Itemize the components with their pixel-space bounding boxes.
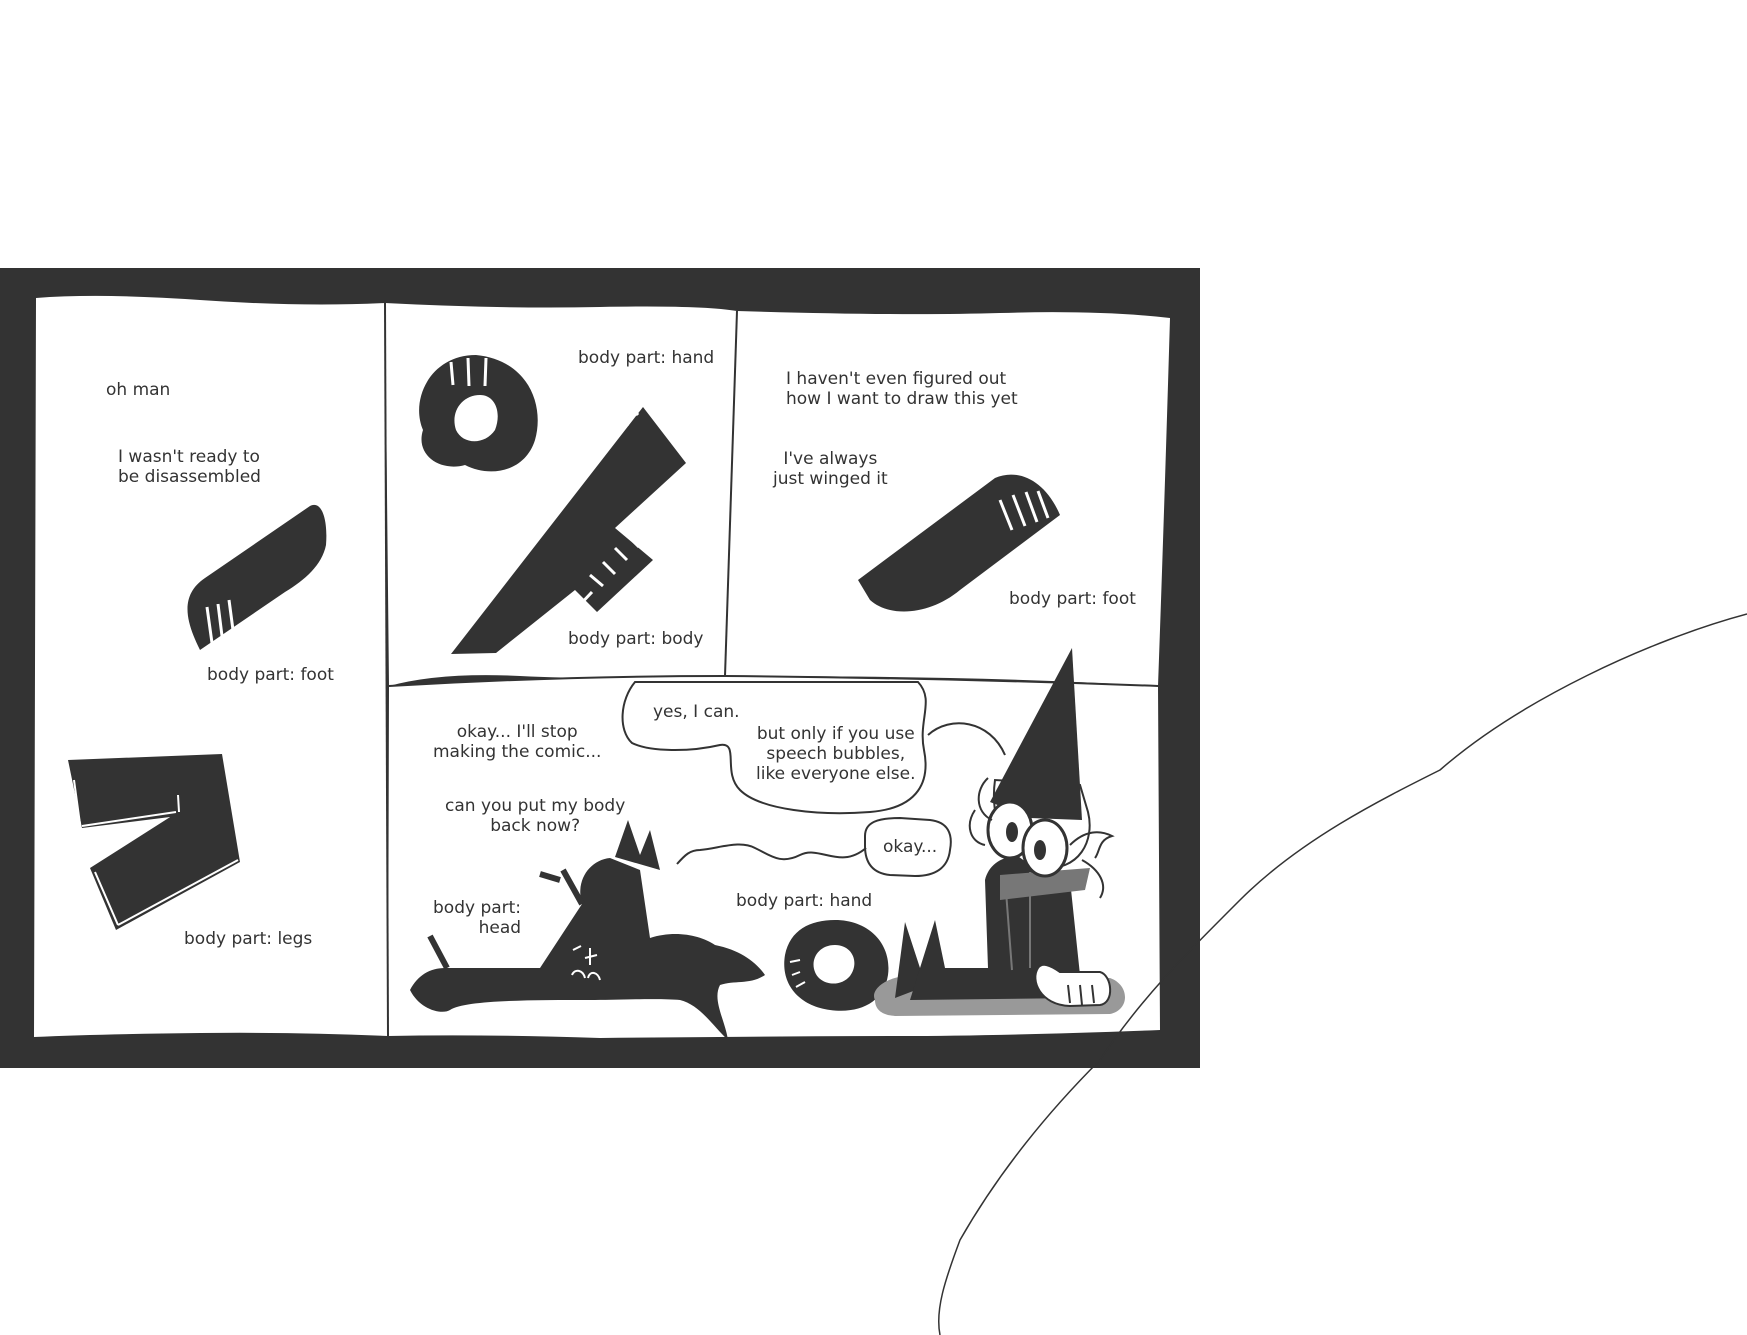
panel-3-text-winged-it: I've always just winged it	[773, 449, 888, 489]
speech-bubble-1-text: yes, I can.	[653, 702, 740, 722]
panel-2-body-label: body part: body	[568, 629, 704, 649]
panel-1-legs-label: body part: legs	[184, 929, 313, 949]
speech-bubble-2-text: okay...	[883, 837, 938, 857]
panel-3-text-figured-out: I haven't even figured out how I want to…	[786, 369, 1018, 409]
panel-4-head-label: body part: head	[433, 898, 522, 938]
panel-3	[725, 311, 1170, 686]
panel-4-text-stop-comic: okay... I'll stop making the comic...	[433, 722, 602, 762]
panel-3-foot-label: body part: foot	[1009, 589, 1136, 609]
panel-1-text-oh-man: oh man	[106, 380, 171, 400]
panel-4-hand-label: body part: hand	[736, 891, 873, 911]
panel-2-hand-label: body part: hand	[578, 348, 715, 368]
panel-4-text-put-body-back: can you put my body back now?	[445, 796, 626, 836]
panel-1-text-not-ready: I wasn't ready to be disassembled	[118, 447, 261, 487]
comic-page: oh man I wasn't ready to be disassembled…	[0, 0, 1747, 1335]
speech-bubble-1-text-2: but only if you use speech bubbles, like…	[756, 724, 916, 784]
panel-1-foot-label: body part: foot	[207, 665, 334, 685]
